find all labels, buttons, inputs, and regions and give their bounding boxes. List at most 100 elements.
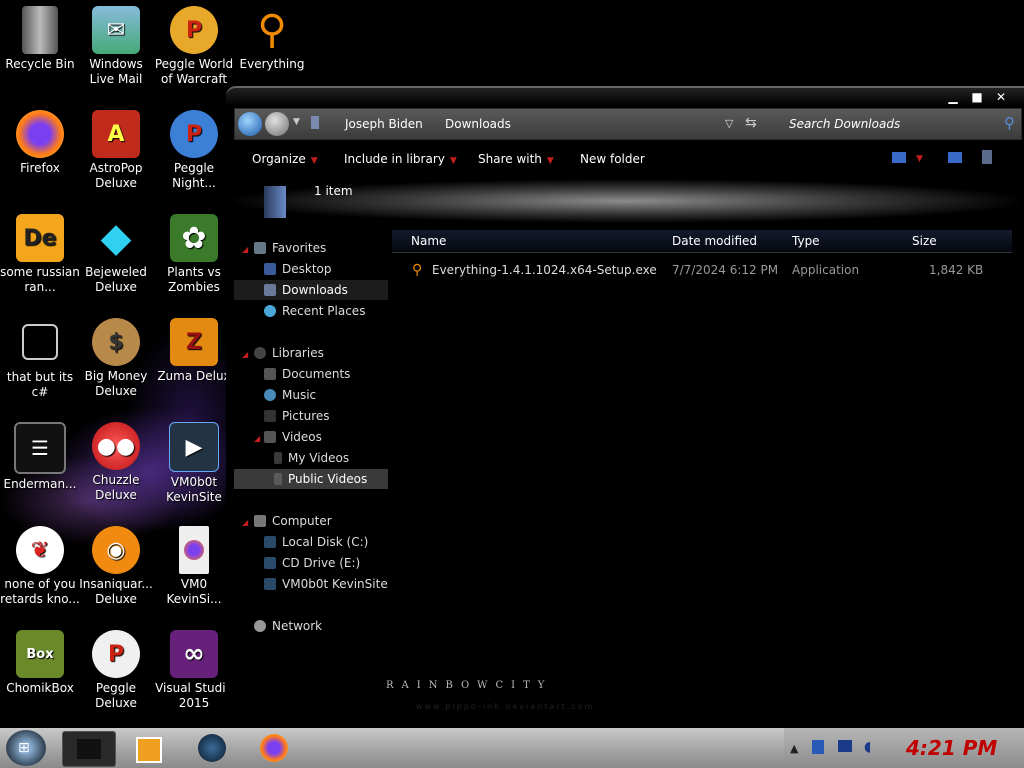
desktop-icon-peggle-deluxe[interactable]: P Peggle Deluxe	[76, 630, 156, 711]
clock[interactable]: 4:21 PM	[906, 736, 997, 760]
desktop-icon-label: Peggle World of Warcraft	[154, 57, 234, 86]
desktop-icon-none-of-you[interactable]: ❦ none of you retards kno...	[0, 526, 80, 607]
nav-documents[interactable]: Documents	[264, 364, 350, 384]
desktop-icon-that-but-its-csharp[interactable]: that but its c#	[0, 318, 80, 400]
desktop-icon-insaniquarium[interactable]: ◉ Insaniquar... Deluxe	[76, 526, 156, 607]
breadcrumb-joseph-biden[interactable]: Joseph Biden	[345, 117, 423, 131]
desktop-icon-big-money[interactable]: $ Big Money Deluxe	[76, 318, 156, 399]
navigation-pane: ◢ Favorites Desktop Downloads Recent Pla…	[234, 230, 394, 720]
taskbar-globe-button[interactable]	[186, 731, 238, 765]
computer-icon	[254, 515, 266, 527]
desktop-icon-astropop[interactable]: A AstroPop Deluxe	[76, 110, 156, 191]
include-in-library-label: Include in library	[344, 152, 445, 166]
show-hidden-icons-icon[interactable]: ▲	[790, 742, 798, 755]
expand-arrow-icon[interactable]: ◢	[242, 518, 248, 527]
help-icon[interactable]	[982, 150, 992, 164]
new-folder-button[interactable]: New folder	[580, 152, 645, 166]
nav-desktop[interactable]: Desktop	[264, 259, 332, 279]
taskbar-firefox-button[interactable]	[248, 731, 300, 765]
firefox-icon	[260, 734, 288, 762]
desktop-icon-peggle-nights[interactable]: P Peggle Night...	[154, 110, 234, 191]
nav-videos[interactable]: Videos	[264, 427, 322, 447]
include-in-library-button[interactable]: Include in library ▼	[344, 152, 457, 166]
desktop-icon-everything[interactable]: ⚲ Everything	[232, 6, 312, 72]
expand-arrow-icon[interactable]: ◢	[242, 350, 248, 359]
expand-arrow-icon[interactable]: ◢	[254, 434, 260, 443]
nav-vm0b0t-kevinsite[interactable]: VM0b0t KevinSite	[264, 574, 388, 594]
start-button[interactable]: ⊞	[6, 730, 46, 766]
desktop-icon-vm0b0t-kevinsite[interactable]: ▶ VM0b0t KevinSite	[154, 422, 234, 505]
media-player-icon	[136, 737, 162, 763]
nav-recent-places[interactable]: Recent Places	[264, 301, 365, 321]
window-titlebar[interactable]: ▁ ■ ✕	[226, 86, 1024, 106]
desktop-icon-label: Big Money Deluxe	[84, 369, 148, 398]
desktop-icon-windows-live-mail[interactable]: ✉ Windows Live Mail	[76, 6, 156, 87]
taskbar-media-player-button[interactable]	[122, 731, 174, 765]
file-row[interactable]: ⚲ Everything-1.4.1.1024.x64-Setup.exe 7/…	[392, 260, 1012, 280]
expand-arrow-icon[interactable]: ◢	[242, 245, 248, 254]
desktop-icon-vm0-kevinsite[interactable]: VM0 KevinSi...	[154, 526, 234, 607]
nav-network[interactable]: Network	[254, 616, 322, 636]
nav-computer[interactable]: Computer	[254, 511, 332, 531]
forward-button[interactable]	[265, 112, 289, 136]
column-headers: Name Date modified Type Size	[392, 230, 1012, 253]
nav-label: Music	[282, 388, 317, 402]
desktop-icon-label: some russian ran...	[0, 265, 80, 294]
firefox-file-icon	[179, 526, 209, 574]
close-button[interactable]: ✕	[992, 90, 1010, 104]
minimize-button[interactable]: ▁	[944, 90, 962, 104]
change-view-icon[interactable]	[892, 152, 906, 163]
command-bar: Organize ▼ Include in library ▼ Share with…	[234, 142, 1020, 176]
tray-network-icon[interactable]	[812, 740, 824, 754]
desktop-icon-chomikbox[interactable]: Box ChomikBox	[0, 630, 80, 696]
nav-downloads[interactable]: Downloads	[234, 280, 388, 300]
nav-label: Videos	[282, 430, 322, 444]
desktop-icon-label: VM0b0t KevinSite	[166, 475, 222, 504]
chevron-down-icon: ▼	[546, 156, 554, 166]
folder-icon	[274, 473, 282, 485]
back-button[interactable]	[238, 112, 262, 136]
nav-favorites[interactable]: Favorites	[254, 238, 326, 258]
nav-local-disk[interactable]: Local Disk (C:)	[264, 532, 368, 552]
search-input[interactable]: Search Downloads	[789, 117, 900, 131]
column-size[interactable]: Size	[912, 234, 937, 248]
nav-pictures[interactable]: Pictures	[264, 406, 330, 426]
details-banner: 1 item	[234, 176, 1020, 226]
desktop-icon-recycle-bin[interactable]: Recycle Bin	[0, 6, 80, 72]
desktop-icon-enderman[interactable]: ☰ Enderman...	[0, 422, 80, 492]
share-with-button[interactable]: Share with ▼	[478, 152, 554, 166]
taskbar-explorer-button[interactable]	[62, 731, 116, 767]
desktop-icon-visual-studio[interactable]: ∞ Visual Studio 2015	[154, 630, 234, 711]
desktop-icon-label: Chuzzle Deluxe	[92, 473, 140, 502]
volume-icon[interactable]: ◖	[864, 739, 871, 755]
desktop-icon-chuzzle[interactable]: ●● Chuzzle Deluxe	[76, 422, 156, 503]
file-date: 7/7/2024 6:12 PM	[672, 263, 779, 277]
search-icon[interactable]: ⚲	[1004, 114, 1015, 132]
desktop-icon-firefox[interactable]: Firefox	[0, 110, 80, 176]
nav-music[interactable]: Music	[264, 385, 316, 405]
tray-display-icon[interactable]	[838, 740, 852, 752]
preview-pane-icon[interactable]	[948, 152, 962, 163]
address-dropdown-icon[interactable]: ▽	[725, 117, 733, 130]
nav-public-videos[interactable]: Public Videos	[234, 469, 388, 489]
desktop-icon-label: none of you retards kno...	[0, 577, 80, 606]
column-date-modified[interactable]: Date modified	[672, 234, 757, 248]
nav-libraries[interactable]: Libraries	[254, 343, 324, 363]
nav-label: Favorites	[272, 241, 327, 255]
nav-my-videos[interactable]: My Videos	[274, 448, 349, 468]
desktop-icon-peggle-wow[interactable]: P Peggle World of Warcraft	[154, 6, 234, 87]
nav-cd-drive[interactable]: CD Drive (E:)	[264, 553, 360, 573]
desktop-icon-bejeweled[interactable]: ◆ Bejeweled Deluxe	[76, 214, 156, 295]
desktop-icon-zuma[interactable]: Z Zuma Delux	[154, 318, 234, 384]
breadcrumb-downloads[interactable]: Downloads	[445, 117, 511, 131]
organize-button[interactable]: Organize ▼	[252, 152, 318, 166]
view-options-chevron-icon[interactable]: ▼	[916, 154, 923, 164]
maximize-button[interactable]: ■	[968, 90, 986, 104]
search-box[interactable]: Search Downloads ⚲	[779, 109, 1021, 139]
desktop-icon-plants-vs-zombies[interactable]: ✿ Plants vs Zombies	[154, 214, 234, 295]
refresh-icon[interactable]: ⇆	[745, 115, 757, 131]
desktop-icon-russian[interactable]: De some russian ran...	[0, 214, 80, 295]
recent-pages-chevron-icon[interactable]: ▼	[293, 117, 300, 127]
column-name[interactable]: Name	[411, 234, 446, 248]
column-type[interactable]: Type	[792, 234, 820, 248]
